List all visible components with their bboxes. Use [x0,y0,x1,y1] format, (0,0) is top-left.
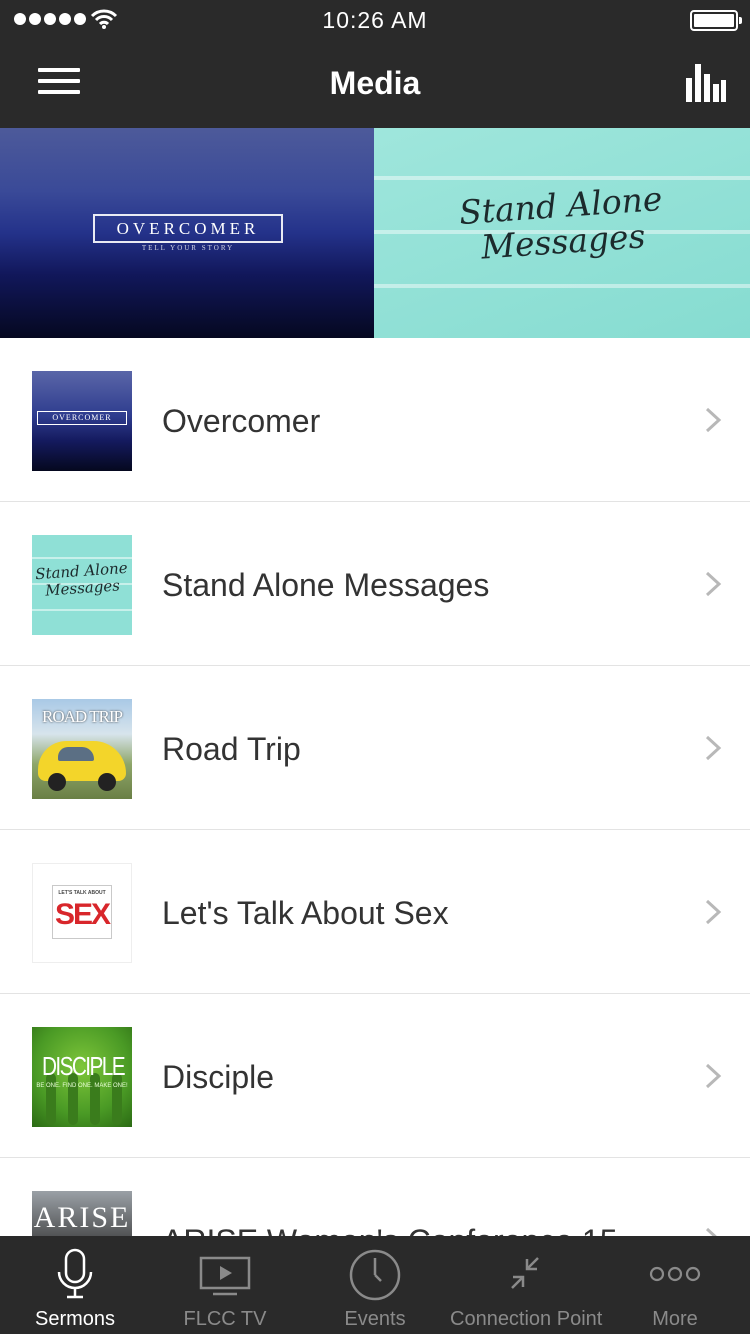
page-title: Media [329,65,421,101]
status-time: 10:26 AM [322,7,428,33]
chevron-right-icon [705,1227,717,1236]
arise-thumbnail: ARISE [32,1191,132,1236]
clock-icon [349,1249,401,1301]
list-item-disciple[interactable]: DISCIPLE BE ONE. FIND ONE. MAKE ONE! Dis… [0,994,750,1158]
list-item-arise[interactable]: ARISE ARISE Women's Conference 15 [0,1158,750,1236]
stand-alone-banner-title: Stand Alone Messages [374,175,750,273]
list-item-label: Let's Talk About Sex [162,895,449,931]
chevron-right-icon [705,735,722,761]
chevron-right-icon [705,571,722,597]
lets-talk-about-sex-thumbnail: LET'S TALK ABOUT SEX [32,863,132,963]
overcomer-banner-title: OVERCOMER [93,214,283,243]
tab-label: Connection Point [450,1308,603,1330]
navigation-bar: Media [0,40,750,128]
tab-more[interactable]: More [600,1236,750,1334]
tab-label: Sermons [34,1308,116,1330]
list-item-label: Disciple [162,1059,275,1095]
list-item-road-trip[interactable]: ROAD TRIP Road Trip [0,666,750,830]
featured-banners: OVERCOMER TELL YOUR STORY Stand Alone Me… [0,128,750,338]
tab-flcc-tv[interactable]: FLCC TV [150,1236,300,1334]
tab-connection-point[interactable]: Connection Point [450,1236,603,1334]
tab-label: More [652,1308,698,1330]
more-dots-icon [649,1266,701,1282]
stand-alone-thumbnail: Stand Alone Messages [32,535,132,635]
thumbnail-small-text: LET'S TALK ABOUT [58,890,106,896]
thumbnail-subtext: BE ONE. FIND ONE. MAKE ONE! [36,1083,128,1089]
chevron-right-icon [705,1063,722,1089]
road-trip-thumbnail: ROAD TRIP [32,699,132,799]
microphone-icon [57,1248,93,1299]
list-item-stand-alone-messages[interactable]: Stand Alone Messages Stand Alone Message… [0,502,750,666]
list-item-overcomer[interactable]: OVERCOMER Overcomer [0,338,750,502]
thumbnail-big-text: SEX [54,898,111,931]
battery-icon [690,10,742,31]
chevron-right-icon [705,407,722,433]
disciple-thumbnail: DISCIPLE BE ONE. FIND ONE. MAKE ONE! [32,1027,132,1127]
list-item-lets-talk-about-sex[interactable]: LET'S TALK ABOUT SEX Let's Talk About Se… [0,830,750,994]
tab-bar: Sermons FLCC TV Events Connection Point [0,1236,750,1334]
thumbnail-text: DISCIPLE [42,1051,126,1081]
series-list: OVERCOMER Overcomer Stand Alone Messages… [0,338,750,1236]
stand-alone-messages-banner[interactable]: Stand Alone Messages [374,128,750,338]
status-bar: 10:26 AM [0,0,750,40]
list-item-label: ARISE Women's Conference 15 [162,1158,618,1236]
chevron-right-icon [705,899,722,925]
bar-chart-icon[interactable] [686,64,726,102]
thumbnail-text: Stand Alone Messages [32,559,132,601]
overcomer-banner-subtitle: TELL YOUR STORY [141,244,235,252]
thumbnail-text: ROAD TRIP [42,707,123,726]
arrows-in-icon [511,1257,539,1289]
list-item-label: Stand Alone Messages [162,567,490,603]
tab-label: FLCC TV [183,1308,267,1330]
list-item-label: Road Trip [162,731,301,767]
list-item-label: Overcomer [162,403,321,439]
tab-label: Events [344,1308,406,1330]
tab-sermons[interactable]: Sermons [0,1236,150,1334]
overcomer-thumbnail: OVERCOMER [32,371,132,471]
overcomer-banner[interactable]: OVERCOMER TELL YOUR STORY [0,128,374,338]
tab-events[interactable]: Events [300,1236,450,1334]
thumbnail-text: OVERCOMER [37,411,127,425]
thumbnail-text: ARISE [33,1201,131,1234]
tv-play-icon [199,1256,251,1296]
